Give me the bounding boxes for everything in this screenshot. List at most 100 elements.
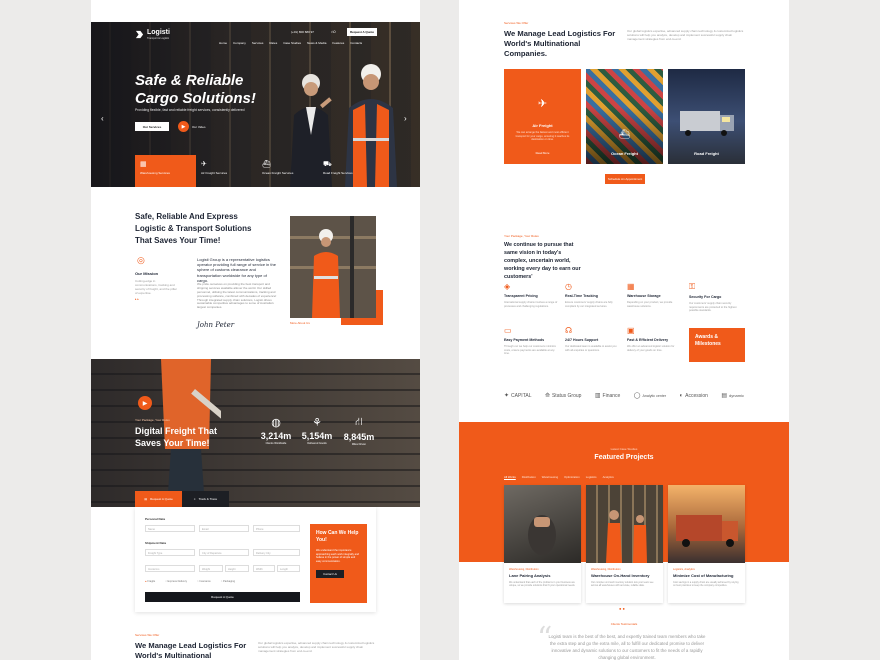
project-card-minimize-cost[interactable]: Logistics, Analytics Minimize Cost of Ma… bbox=[668, 485, 745, 603]
airplane-icon: ✈ bbox=[537, 98, 548, 110]
menu-item-contacts[interactable]: Contacts bbox=[350, 41, 362, 45]
project-text: Cost savings in a supply chain are usual… bbox=[673, 581, 739, 588]
option-fragile[interactable]: ● Fragile bbox=[145, 580, 155, 583]
feature-transparent-pricing: ◈ Transparent Pricing International supp… bbox=[504, 282, 559, 308]
project-image bbox=[504, 485, 581, 563]
freight-type-select[interactable]: Freight Type bbox=[145, 549, 195, 556]
more-about-link[interactable]: More About Us bbox=[290, 321, 310, 325]
feature-text: Ensure customers' supply chains are full… bbox=[565, 301, 613, 308]
brand-label: Analytic center bbox=[642, 393, 667, 398]
request-quote-button[interactable]: Request A Quote bbox=[347, 28, 377, 36]
filter-distribution[interactable]: Distribution bbox=[522, 475, 536, 479]
service-bar: ▦ Warehousing Services ✈ Air Freight Ser… bbox=[135, 155, 379, 187]
about-heading: Safe, Reliable And Express Logistic & Tr… bbox=[135, 212, 252, 245]
menu-item-services[interactable]: Services bbox=[252, 41, 264, 45]
stat-goods: ⚘ 5,154m Delivered Goods bbox=[297, 416, 337, 445]
menu-item-news[interactable]: News & Media bbox=[307, 41, 326, 45]
service-item-air[interactable]: ✈ Air Freight Services bbox=[196, 155, 257, 187]
testimonial-subtitle: Clients Testimonials bbox=[610, 622, 638, 626]
slider-prev-icon[interactable]: ‹ bbox=[101, 114, 104, 123]
brand-label: Finance bbox=[602, 392, 621, 399]
appointment-button[interactable]: Schedule An Appointment bbox=[605, 174, 645, 184]
weight-field[interactable]: Weight bbox=[199, 565, 223, 572]
menu-item-case-studies[interactable]: Case Studies bbox=[283, 41, 301, 45]
document-icon: ▤ bbox=[144, 497, 148, 501]
delivery-city-field[interactable]: Delivery City bbox=[253, 549, 300, 556]
feature-text: Depending on your product, we provide wa… bbox=[627, 301, 673, 308]
option-express[interactable]: ○ Express Delivery bbox=[165, 580, 187, 583]
ship-icon: ⛴ bbox=[618, 129, 631, 139]
dynamic-logo-icon: ▤ bbox=[721, 393, 728, 399]
departure-city-field[interactable]: City of Departure bbox=[199, 549, 249, 556]
filter-warehousing[interactable]: Warehousing bbox=[542, 475, 558, 479]
filter-analytics[interactable]: Analytics bbox=[603, 475, 614, 479]
brand-name[interactable]: Logisti bbox=[147, 29, 170, 36]
option-packaging[interactable]: ○ Packaging bbox=[221, 580, 235, 583]
tab-track-trace[interactable]: ⌖ Track & Trace bbox=[182, 491, 229, 507]
brand-dynamic[interactable]: ▤ dynamic bbox=[721, 392, 744, 399]
project-card-warehouse-inventory[interactable]: Warehousing, Distribution Warehouse On-H… bbox=[586, 485, 663, 603]
option-insurance[interactable]: ○ Insurance bbox=[197, 580, 211, 583]
width-field[interactable]: Width bbox=[253, 565, 275, 572]
filter-optimization[interactable]: Optimization bbox=[564, 475, 580, 479]
brand-analytic-center[interactable]: ◯ Analytic center bbox=[634, 392, 666, 399]
arrow-links-icon[interactable]: ▸ ▸ bbox=[135, 297, 139, 301]
filter-all-works[interactable]: All Works bbox=[504, 475, 516, 479]
carousel-dots[interactable]: ● ● bbox=[619, 606, 625, 611]
project-category: Warehousing, Distribution bbox=[509, 568, 539, 571]
road-icon: ⛙ bbox=[355, 416, 363, 428]
phone-number[interactable]: (+01) 800 680 97 bbox=[291, 30, 314, 34]
freight-play-icon[interactable]: ▶ bbox=[138, 396, 152, 410]
brand-capital[interactable]: ✦ CAPITAL bbox=[504, 392, 532, 400]
airplane-icon: ✈ bbox=[201, 161, 207, 168]
brand-accession[interactable]: ◐ Accession bbox=[680, 393, 708, 399]
contact-us-button[interactable]: Contact Us bbox=[316, 569, 344, 578]
offer-text: Our global logistics expertise, advanced… bbox=[258, 641, 375, 653]
service-item-ocean[interactable]: ⛴ Ocean Freight Services bbox=[257, 155, 318, 187]
height-field[interactable]: Height bbox=[225, 565, 249, 572]
project-text: Our complex on-hand inventory solution l… bbox=[591, 581, 654, 588]
service-item-road[interactable]: ⛟ Road Freight Services bbox=[318, 155, 379, 187]
services-text: Our global logistics expertise, advanced… bbox=[627, 29, 744, 41]
video-label[interactable]: Our Video bbox=[192, 125, 205, 129]
project-name: Warehouse On-Hand Inventory bbox=[591, 573, 650, 578]
submit-quote-button[interactable]: Request A Quote bbox=[145, 592, 300, 602]
our-services-button[interactable]: Our Services bbox=[135, 122, 169, 131]
service-item-warehousing[interactable]: ▦ Warehousing Services bbox=[135, 155, 196, 187]
feature-text: International supply chains involves a r… bbox=[504, 301, 558, 308]
phone-field[interactable]: Phone bbox=[253, 525, 300, 532]
lock-icon: ⚿ bbox=[689, 282, 696, 291]
slider-next-icon[interactable]: › bbox=[404, 114, 407, 123]
globe-icon: ◎ bbox=[137, 255, 145, 265]
email-field[interactable]: Email bbox=[199, 525, 249, 532]
plant-icon: ⚘ bbox=[312, 417, 322, 429]
personal-data-label: Personal Data bbox=[145, 517, 166, 521]
accession-logo-icon: ◐ bbox=[679, 392, 684, 399]
menu-item-home[interactable]: Home bbox=[219, 41, 227, 45]
menu-item-company[interactable]: Company bbox=[233, 41, 246, 45]
brand-status-group[interactable]: ⟰ Status Group bbox=[545, 392, 582, 400]
stat-clients: ◍ 3,214m Clients Worldwide bbox=[256, 416, 296, 445]
length-field[interactable]: Length bbox=[277, 565, 300, 572]
project-card-lane-pairing[interactable]: Warehousing, Distribution Lane Pairing A… bbox=[504, 485, 581, 603]
incoterms-select[interactable]: Incoterms bbox=[145, 565, 195, 572]
menu-item-rates[interactable]: Rates bbox=[269, 41, 277, 45]
ship-icon: ⛴ bbox=[262, 161, 271, 168]
logo-icon bbox=[135, 30, 144, 39]
globe-icon: ◍ bbox=[271, 417, 281, 429]
feature-text: Through our we help our customers minimi… bbox=[504, 345, 556, 356]
tile-air-freight[interactable]: ✈ Air Freight We can arrange the fastest… bbox=[504, 69, 581, 164]
brand-finance[interactable]: ▥ Finance bbox=[595, 392, 621, 400]
awards-card[interactable]: Awards & Milestones bbox=[689, 328, 745, 362]
read-more-link[interactable]: Read More bbox=[504, 151, 581, 155]
bag-icon[interactable]: ⌂0 bbox=[331, 29, 336, 34]
filter-logistics[interactable]: Logistics bbox=[586, 475, 597, 479]
featured-subtitle: Latest Case Studies bbox=[610, 447, 638, 451]
tile-ocean-freight[interactable]: ⛴ Ocean Freight bbox=[586, 69, 663, 164]
play-icon[interactable]: ▶ bbox=[178, 121, 189, 132]
package-subtitle: Your Package, Your Rules bbox=[504, 234, 539, 238]
tab-request-quote[interactable]: ▤ Request A Quote bbox=[135, 491, 182, 507]
name-field[interactable]: Name bbox=[145, 525, 195, 532]
tile-road-freight[interactable]: Road Freight bbox=[668, 69, 745, 164]
menu-item-features[interactable]: Features bbox=[332, 41, 344, 45]
